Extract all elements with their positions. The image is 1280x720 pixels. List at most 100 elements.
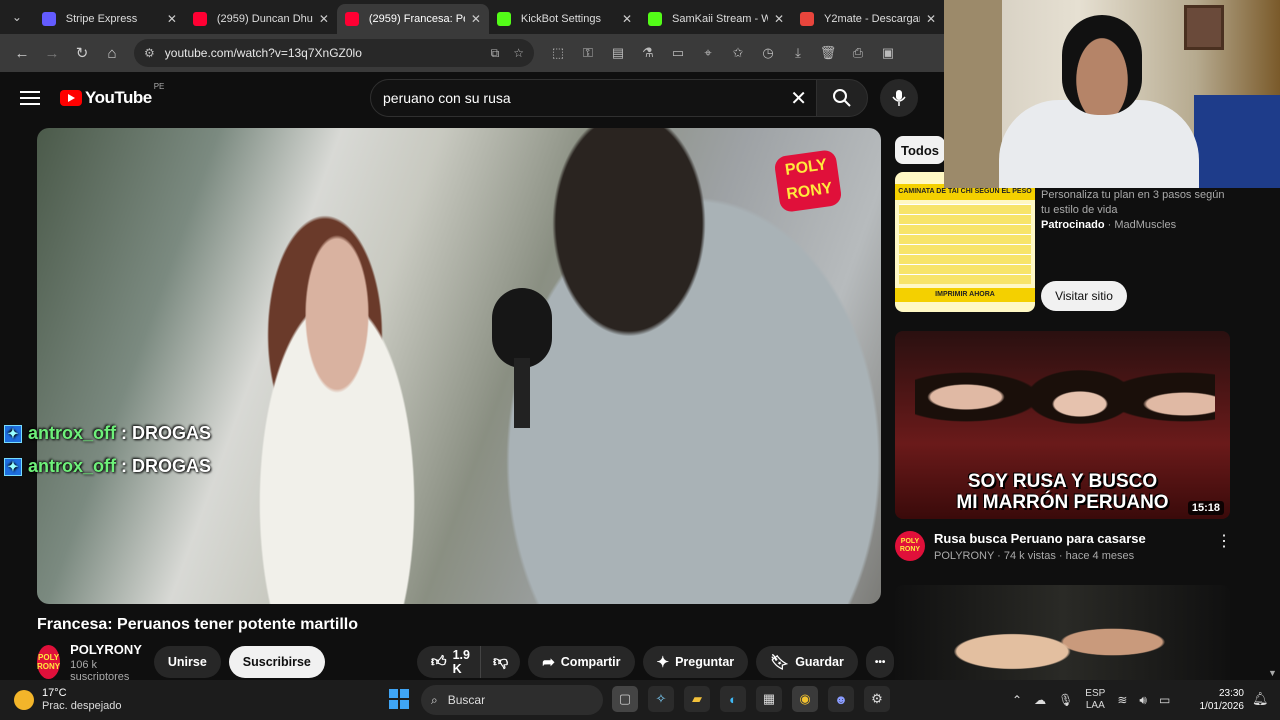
recommended-channel-avatar[interactable]: POLY RONY bbox=[895, 531, 925, 561]
thumbs-down-icon: 👎︎ bbox=[492, 653, 509, 670]
browser-tab-bar: ⌄ Stripe Express ✕ (2959) Duncan Dhu ; ✕… bbox=[0, 0, 944, 34]
sparkle-icon: ✦ bbox=[656, 654, 670, 671]
tab-kickbot-settings[interactable]: KickBot Settings ✕ bbox=[489, 4, 640, 34]
notification-bell-icon[interactable]: 🔔︎ bbox=[1252, 691, 1269, 707]
bookmark-star-icon[interactable]: ☆ bbox=[513, 46, 524, 61]
address-bar[interactable]: ⚙ youtube.com/watch?v=13q7XnGZ0lo ⧉ ☆ bbox=[134, 39, 534, 67]
settings-gear-icon[interactable]: ⚙ bbox=[864, 686, 890, 712]
close-tab-icon[interactable]: ✕ bbox=[774, 12, 784, 26]
passwords-icon[interactable]: ⚿ bbox=[576, 41, 600, 65]
extensions-icon[interactable]: ⬚ bbox=[546, 41, 570, 65]
channel-name[interactable]: POLYRONY bbox=[70, 642, 142, 657]
tab-y2mate[interactable]: Y2mate - Descargar Y ✕ bbox=[792, 4, 944, 34]
download-icon[interactable]: ⤓ bbox=[786, 41, 810, 65]
chevron-up-icon[interactable]: ⌃ bbox=[1012, 693, 1022, 707]
close-tab-icon[interactable]: ✕ bbox=[926, 12, 936, 26]
dislike-button[interactable]: 👎︎ bbox=[479, 646, 521, 678]
weather-sun-icon bbox=[14, 690, 34, 710]
voice-search-button[interactable] bbox=[880, 79, 918, 117]
recommended-video-title[interactable]: Rusa busca Peruano para casarse bbox=[934, 531, 1146, 546]
edge-icon[interactable]: ◐ bbox=[720, 686, 746, 712]
install-app-icon[interactable]: ⧉ bbox=[491, 46, 500, 61]
join-button[interactable]: Unirse bbox=[153, 646, 221, 678]
url-text: youtube.com/watch?v=13q7XnGZ0lo bbox=[164, 46, 362, 60]
scroll-down-arrow-icon[interactable]: ▼ bbox=[1268, 668, 1277, 678]
site-info-icon[interactable]: ⚙ bbox=[144, 46, 155, 60]
close-tab-icon[interactable]: ✕ bbox=[319, 12, 329, 26]
task-view-icon[interactable]: ▢ bbox=[612, 686, 638, 712]
temperature: 17°C bbox=[42, 687, 67, 699]
volume-icon[interactable]: 🔊︎ bbox=[1139, 693, 1147, 708]
thumbnail-caption: SOY RUSA Y BUSCO bbox=[967, 471, 1158, 492]
close-tab-icon[interactable]: ✕ bbox=[471, 12, 481, 26]
history-icon[interactable]: ◷ bbox=[756, 41, 780, 65]
copilot-icon[interactable]: ✧ bbox=[648, 686, 674, 712]
menu-icon[interactable] bbox=[20, 87, 40, 109]
back-icon[interactable]: ← bbox=[8, 39, 36, 67]
tab-stripe-express[interactable]: Stripe Express ✕ bbox=[34, 4, 185, 34]
ad-thumbnail[interactable]: CAMINATA DE TAI CHI SEGÚN EL PESO IMPRIM… bbox=[895, 172, 1035, 312]
windows-start-icon[interactable] bbox=[389, 689, 409, 709]
discord-icon[interactable]: ☻ bbox=[828, 686, 854, 712]
search-button[interactable] bbox=[816, 79, 868, 117]
cast-icon[interactable]: ▣ bbox=[876, 41, 900, 65]
store-icon[interactable]: ▦ bbox=[756, 686, 782, 712]
file-explorer-icon[interactable]: ▰ bbox=[684, 686, 710, 712]
battery-icon[interactable]: ▭ bbox=[1159, 693, 1170, 707]
clear-search-icon[interactable]: ✕ bbox=[790, 86, 807, 111]
language-indicator[interactable]: ESP LAA bbox=[1085, 688, 1105, 712]
payment-card-icon[interactable]: ▭ bbox=[666, 41, 690, 65]
extension-icon[interactable]: ⚗ bbox=[636, 41, 660, 65]
chat-username: antrox_off bbox=[28, 423, 117, 443]
cloud-icon[interactable]: ☁ bbox=[1034, 693, 1046, 707]
webcam-overlay bbox=[944, 0, 1280, 188]
chat-text: : DROGAS bbox=[121, 456, 212, 476]
ad-thumb-table bbox=[899, 204, 1031, 284]
subscribe-button[interactable]: Suscribirse bbox=[228, 646, 325, 678]
video-player[interactable]: POLY RONY ☺ bbox=[37, 128, 881, 604]
tab-samkaii-stream[interactable]: SamKaii Stream - Wa ✕ bbox=[640, 4, 792, 34]
ask-label: Preguntar bbox=[675, 655, 735, 669]
tab-youtube-francesa[interactable]: (2959) Francesa: Peru ✕ bbox=[336, 4, 489, 34]
reader-icon[interactable]: ▤ bbox=[606, 41, 630, 65]
recommended-video-thumbnail[interactable]: SOY RUSA Y BUSCO MI MARRÓN PERUANO 15:18 bbox=[895, 331, 1230, 519]
more-options-icon[interactable]: ⋮ bbox=[1216, 531, 1232, 551]
reload-icon[interactable]: ↻ bbox=[68, 39, 96, 67]
youtube-logo[interactable]: YouTube PE bbox=[60, 82, 164, 108]
share-button[interactable]: ➦ Compartir bbox=[528, 646, 635, 678]
ask-button[interactable]: ✦ Preguntar bbox=[642, 646, 749, 678]
tab-youtube-duncan[interactable]: (2959) Duncan Dhu ; ✕ bbox=[185, 4, 337, 34]
home-icon[interactable]: ⌂ bbox=[98, 39, 126, 67]
more-actions-button[interactable]: ••• bbox=[865, 646, 895, 678]
taskbar-search[interactable]: ⌕ Buscar bbox=[421, 685, 603, 715]
save-button[interactable]: 🔖︎ Guardar bbox=[756, 646, 858, 678]
recommended-video-meta: POLYRONY · 74 k vistas · hace 4 meses bbox=[934, 550, 1135, 562]
advertiser-name: · MadMuscles bbox=[1107, 219, 1177, 231]
close-tab-icon[interactable]: ✕ bbox=[167, 12, 177, 26]
clock[interactable]: 23:30 1/01/2026 bbox=[1198, 687, 1245, 713]
microphone-icon bbox=[892, 90, 906, 106]
wifi-icon[interactable]: ≋ bbox=[1117, 693, 1127, 707]
microphone-tray-icon[interactable]: 🎙︎ bbox=[1058, 693, 1073, 707]
thumbs-up-icon: 👍︎ bbox=[430, 653, 447, 670]
recommended-video-thumbnail-2[interactable] bbox=[895, 585, 1230, 680]
tab-search-icon[interactable]: ⌄ bbox=[0, 0, 34, 34]
webcam-picture-frame bbox=[1184, 5, 1224, 50]
favorites-icon[interactable]: ✩ bbox=[726, 41, 750, 65]
location-icon[interactable]: ⌖ bbox=[696, 41, 720, 65]
delete-icon[interactable]: 🗑 bbox=[816, 41, 840, 65]
like-button[interactable]: 👍︎ 1.9 K bbox=[416, 646, 480, 678]
filter-chip-all[interactable]: Todos bbox=[895, 136, 945, 164]
weather-condition: Prac. despejado bbox=[42, 700, 122, 712]
search-input[interactable]: peruano con su rusa ✕ bbox=[370, 79, 820, 117]
visit-site-button[interactable]: Visitar sitio bbox=[1041, 281, 1127, 311]
webcam-door bbox=[944, 0, 1002, 188]
search-icon: ⌕ bbox=[431, 692, 438, 707]
chrome-icon[interactable]: ◉ bbox=[792, 686, 818, 712]
print-icon[interactable]: ⎙ bbox=[846, 41, 870, 65]
thumbnail-faces bbox=[915, 341, 1215, 481]
channel-avatar[interactable]: POLY RONY bbox=[37, 645, 61, 679]
close-tab-icon[interactable]: ✕ bbox=[622, 12, 632, 26]
forward-icon[interactable]: → bbox=[38, 39, 66, 67]
weather-widget[interactable]: 17°C Prac. despejado bbox=[14, 687, 122, 713]
